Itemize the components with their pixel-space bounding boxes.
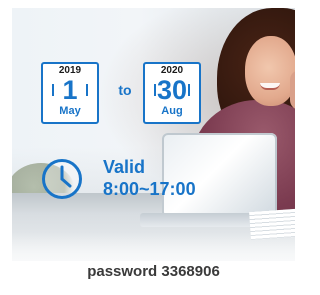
end-month: Aug — [161, 105, 183, 117]
laptop-image — [162, 133, 277, 218]
end-day: 30 — [156, 75, 188, 105]
person-hand-image — [290, 70, 295, 110]
valid-hours: 8:00~17:00 — [103, 179, 196, 199]
calendar-ring-right — [86, 84, 88, 96]
calendar-ring-right — [188, 84, 190, 96]
date-range-separator: to — [118, 82, 132, 98]
valid-label: Valid — [103, 157, 146, 177]
start-date-calendar-icon: 2019 1 May — [41, 62, 99, 124]
start-day: 1 — [62, 75, 78, 105]
background-photo — [12, 8, 295, 261]
start-month: May — [59, 105, 81, 117]
person-face-image — [245, 36, 295, 106]
clock-icon — [42, 159, 82, 199]
end-date-calendar-icon: 2020 30 Aug — [143, 62, 201, 124]
access-card: 2019 1 May to 2020 30 Aug Valid 8:00~17:… — [0, 0, 307, 295]
password-text: password 3368906 — [87, 263, 220, 280]
